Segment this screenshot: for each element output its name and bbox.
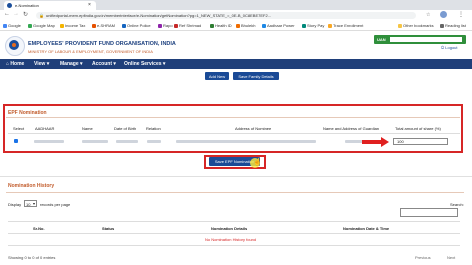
nav-view[interactable]: View ▾ bbox=[34, 60, 49, 68]
address-bar[interactable]: 🔒 unifiedportal-mem.epfindia.gov.in/memb… bbox=[36, 12, 416, 19]
lock-icon: 🔒 bbox=[39, 13, 44, 18]
bookmark-item[interactable]: Trace Enrollment bbox=[328, 22, 363, 29]
col-sr-no: Sr.No. bbox=[33, 226, 45, 231]
history-table-top bbox=[8, 221, 460, 222]
nav-manage[interactable]: Manage ▾ bbox=[60, 60, 83, 68]
col-dob: Date of Birth bbox=[114, 126, 137, 131]
bookmark-item[interactable]: Bhulekh bbox=[236, 22, 255, 29]
history-search-input[interactable] bbox=[400, 208, 458, 217]
save-family-details-button[interactable]: Save Family Details bbox=[233, 72, 279, 80]
history-title: Nomination History bbox=[8, 183, 55, 189]
profile-avatar[interactable] bbox=[440, 11, 447, 18]
bookmark-item[interactable]: Story Pay bbox=[302, 22, 324, 29]
nav-online-services[interactable]: Online Services ▾ bbox=[124, 60, 165, 68]
chevron-down-icon: ▾ bbox=[33, 201, 36, 206]
select-checkbox[interactable] bbox=[14, 139, 18, 143]
section-divider bbox=[6, 117, 460, 118]
col-share: Total amount of share (%) bbox=[395, 126, 441, 131]
bookmark-item[interactable]: Google Map bbox=[28, 22, 55, 29]
favicon-icon bbox=[7, 3, 12, 8]
back-icon[interactable]: ← bbox=[4, 11, 10, 17]
bookmark-item[interactable]: Online Police bbox=[122, 22, 151, 29]
epf-nomination-highlight bbox=[3, 104, 463, 153]
tab-close-icon[interactable]: × bbox=[88, 2, 91, 8]
share-input[interactable]: 100 bbox=[393, 138, 448, 145]
masked-aadhaar bbox=[34, 140, 64, 143]
epfo-logo-dot bbox=[12, 43, 16, 47]
reading-list[interactable]: Reading list bbox=[440, 22, 466, 29]
search-label: Search: bbox=[450, 202, 464, 207]
bookmark-item[interactable]: Income Tax bbox=[60, 22, 85, 29]
masked-dob bbox=[116, 140, 138, 143]
share-value: 100 bbox=[397, 139, 404, 144]
col-select: Select bbox=[13, 126, 25, 131]
bookmark-item[interactable]: Health ID bbox=[210, 22, 232, 29]
masked-address bbox=[176, 140, 316, 143]
org-name: EMPLOYEES' PROVIDENT FUND ORGANISATION, … bbox=[28, 41, 176, 47]
col-relation: Relation bbox=[146, 126, 161, 131]
forward-icon[interactable]: → bbox=[13, 11, 19, 17]
hand-cursor-icon: ☝ bbox=[253, 159, 262, 166]
col-address: Address of Nominee bbox=[235, 126, 272, 131]
bookmark-item[interactable]: Aadhaar Power bbox=[262, 22, 295, 29]
masked-name bbox=[82, 140, 108, 143]
history-title-divider bbox=[6, 192, 464, 193]
uan-label: UAN bbox=[377, 37, 386, 42]
bookmark-item[interactable]: Rapo bbox=[158, 22, 173, 29]
bookmark-item[interactable]: e-SHRAM bbox=[92, 22, 115, 29]
bookmark-folder[interactable]: Other bookmarks bbox=[398, 22, 434, 29]
add-new-button[interactable]: Add New bbox=[205, 72, 229, 80]
previous-button[interactable]: Previous bbox=[415, 255, 431, 260]
masked-relation bbox=[147, 140, 161, 143]
url-text: unifiedportal-mem.epfindia.gov.in/member… bbox=[46, 13, 272, 18]
col-name: Name bbox=[82, 126, 93, 131]
nav-home[interactable]: ⌂ Home bbox=[6, 60, 24, 68]
star-icon[interactable]: ☆ bbox=[426, 12, 430, 18]
bookmark-item[interactable]: Ref Shrimad bbox=[174, 22, 201, 29]
history-header-divider bbox=[8, 233, 460, 234]
history-table-bottom bbox=[8, 245, 460, 246]
epf-nomination-title: EPF Nomination bbox=[8, 110, 47, 116]
page-size-select[interactable]: 10 ▾ bbox=[24, 200, 37, 207]
uan-value bbox=[390, 37, 462, 42]
bookmarks-bar: Google Google Map Income Tax e-SHRAM Onl… bbox=[0, 21, 472, 31]
col-status: Status bbox=[102, 226, 115, 231]
history-divider bbox=[0, 176, 472, 177]
arrow-right-icon bbox=[381, 137, 389, 147]
records-label: records per page bbox=[40, 202, 71, 207]
empty-history-message: No Nomination History found bbox=[205, 237, 257, 242]
nav-account[interactable]: Account ▾ bbox=[92, 60, 116, 68]
col-nomination-date: Nomination Date & Time bbox=[343, 226, 390, 231]
table-info: Showing 0 to 0 of 0 entries bbox=[8, 255, 56, 260]
display-label: Display bbox=[8, 202, 22, 207]
col-nomination-details: Nomination Details bbox=[211, 226, 248, 231]
reload-icon[interactable]: ↻ bbox=[23, 11, 28, 18]
arrow-shaft bbox=[362, 140, 382, 144]
col-guardian: Name and Address of Guardian bbox=[323, 126, 380, 131]
logout-link[interactable]: ⏻ Logout bbox=[441, 45, 458, 50]
tab-title: e-Nomination bbox=[15, 3, 39, 8]
browser-tab[interactable]: e-Nomination × bbox=[4, 1, 96, 10]
col-aadhaar: AADHAAR bbox=[35, 126, 55, 131]
next-button[interactable]: Next bbox=[447, 255, 455, 260]
ministry-name: MINISTRY OF LABOUR & EMPLOYMENT, GOVERNM… bbox=[28, 49, 153, 54]
bookmark-item[interactable]: Google bbox=[3, 22, 21, 29]
page-size-value: 10 bbox=[26, 202, 31, 207]
table-divider bbox=[8, 133, 460, 134]
menu-icon[interactable]: ⋮ bbox=[458, 11, 464, 18]
